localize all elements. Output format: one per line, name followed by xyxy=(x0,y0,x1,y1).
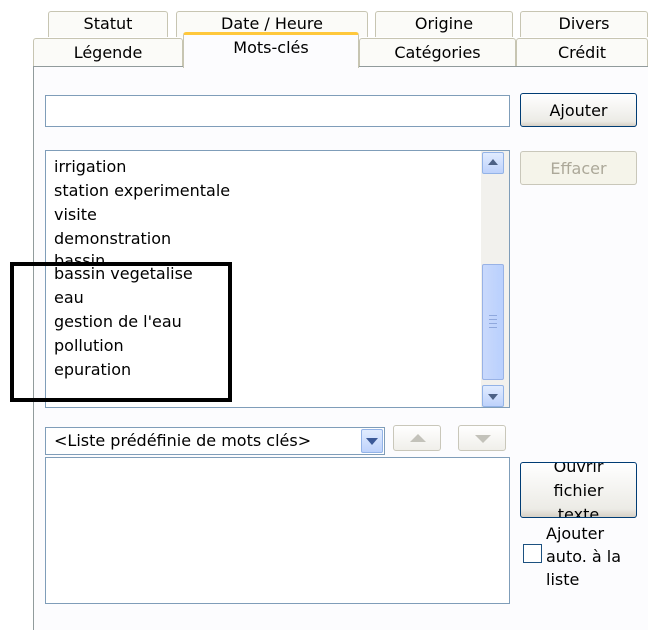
list-item[interactable]: bassin vegetalise xyxy=(52,262,472,286)
tab-origine[interactable]: Origine xyxy=(375,11,513,37)
scroll-up-button[interactable] xyxy=(482,152,504,174)
scroll-thumb[interactable] xyxy=(482,264,504,380)
tab-categories[interactable]: Catégories xyxy=(359,38,516,67)
chevron-down-icon xyxy=(488,394,498,400)
chevron-up-icon xyxy=(488,159,498,165)
keywords-dialog: Statut Date / Heure Origine Divers Légen… xyxy=(0,0,648,630)
open-text-file-button[interactable]: Ouvrir fichier texte xyxy=(520,462,637,518)
keyword-list[interactable]: irrigation station experimentale visite … xyxy=(45,150,510,408)
list-item[interactable]: pollution xyxy=(52,334,472,358)
grip-line xyxy=(489,323,497,324)
auto-add-label[interactable]: Ajouter auto. à la liste xyxy=(546,522,642,594)
list-item[interactable]: epuration xyxy=(52,358,472,382)
move-up-button[interactable] xyxy=(393,425,441,451)
list-item[interactable]: demonstration xyxy=(52,227,472,251)
list-item[interactable]: visite xyxy=(52,203,472,227)
combo-selected-text: <Liste prédéfinie de mots clés> xyxy=(54,431,312,450)
list-item[interactable]: irrigation xyxy=(52,155,472,179)
tab-legende[interactable]: Légende xyxy=(33,38,183,67)
predefined-keywords-combo[interactable]: <Liste prédéfinie de mots clés> xyxy=(45,427,385,455)
add-button[interactable]: Ajouter xyxy=(520,93,637,127)
tab-mots-cles[interactable]: Mots-clés xyxy=(183,32,359,68)
scroll-down-button[interactable] xyxy=(482,385,504,407)
list-item[interactable]: bassin xyxy=(52,251,472,262)
auto-add-checkbox[interactable] xyxy=(523,544,542,563)
triangle-down-icon xyxy=(475,435,491,443)
predefined-keywords-list[interactable] xyxy=(45,457,510,604)
list-item[interactable]: gestion de l'eau xyxy=(52,310,472,334)
chevron-down-icon xyxy=(366,438,378,445)
grip-line xyxy=(489,319,497,320)
keyword-input[interactable] xyxy=(45,95,510,127)
tab-divers[interactable]: Divers xyxy=(520,11,648,37)
list-item[interactable]: eau xyxy=(52,286,472,310)
open-text-file-label: Ouvrir fichier texte xyxy=(553,462,604,518)
tab-statut[interactable]: Statut xyxy=(48,11,168,37)
triangle-up-icon xyxy=(410,434,426,442)
tab-credit[interactable]: Crédit xyxy=(516,38,648,67)
list-item[interactable]: station experimentale xyxy=(52,179,472,203)
move-down-button[interactable] xyxy=(458,425,506,451)
combo-dropdown-button[interactable] xyxy=(361,429,383,453)
grip-line xyxy=(489,327,497,328)
grip-line xyxy=(489,315,497,316)
keyword-list-items: irrigation station experimentale visite … xyxy=(52,155,472,382)
delete-button[interactable]: Effacer xyxy=(520,151,637,185)
